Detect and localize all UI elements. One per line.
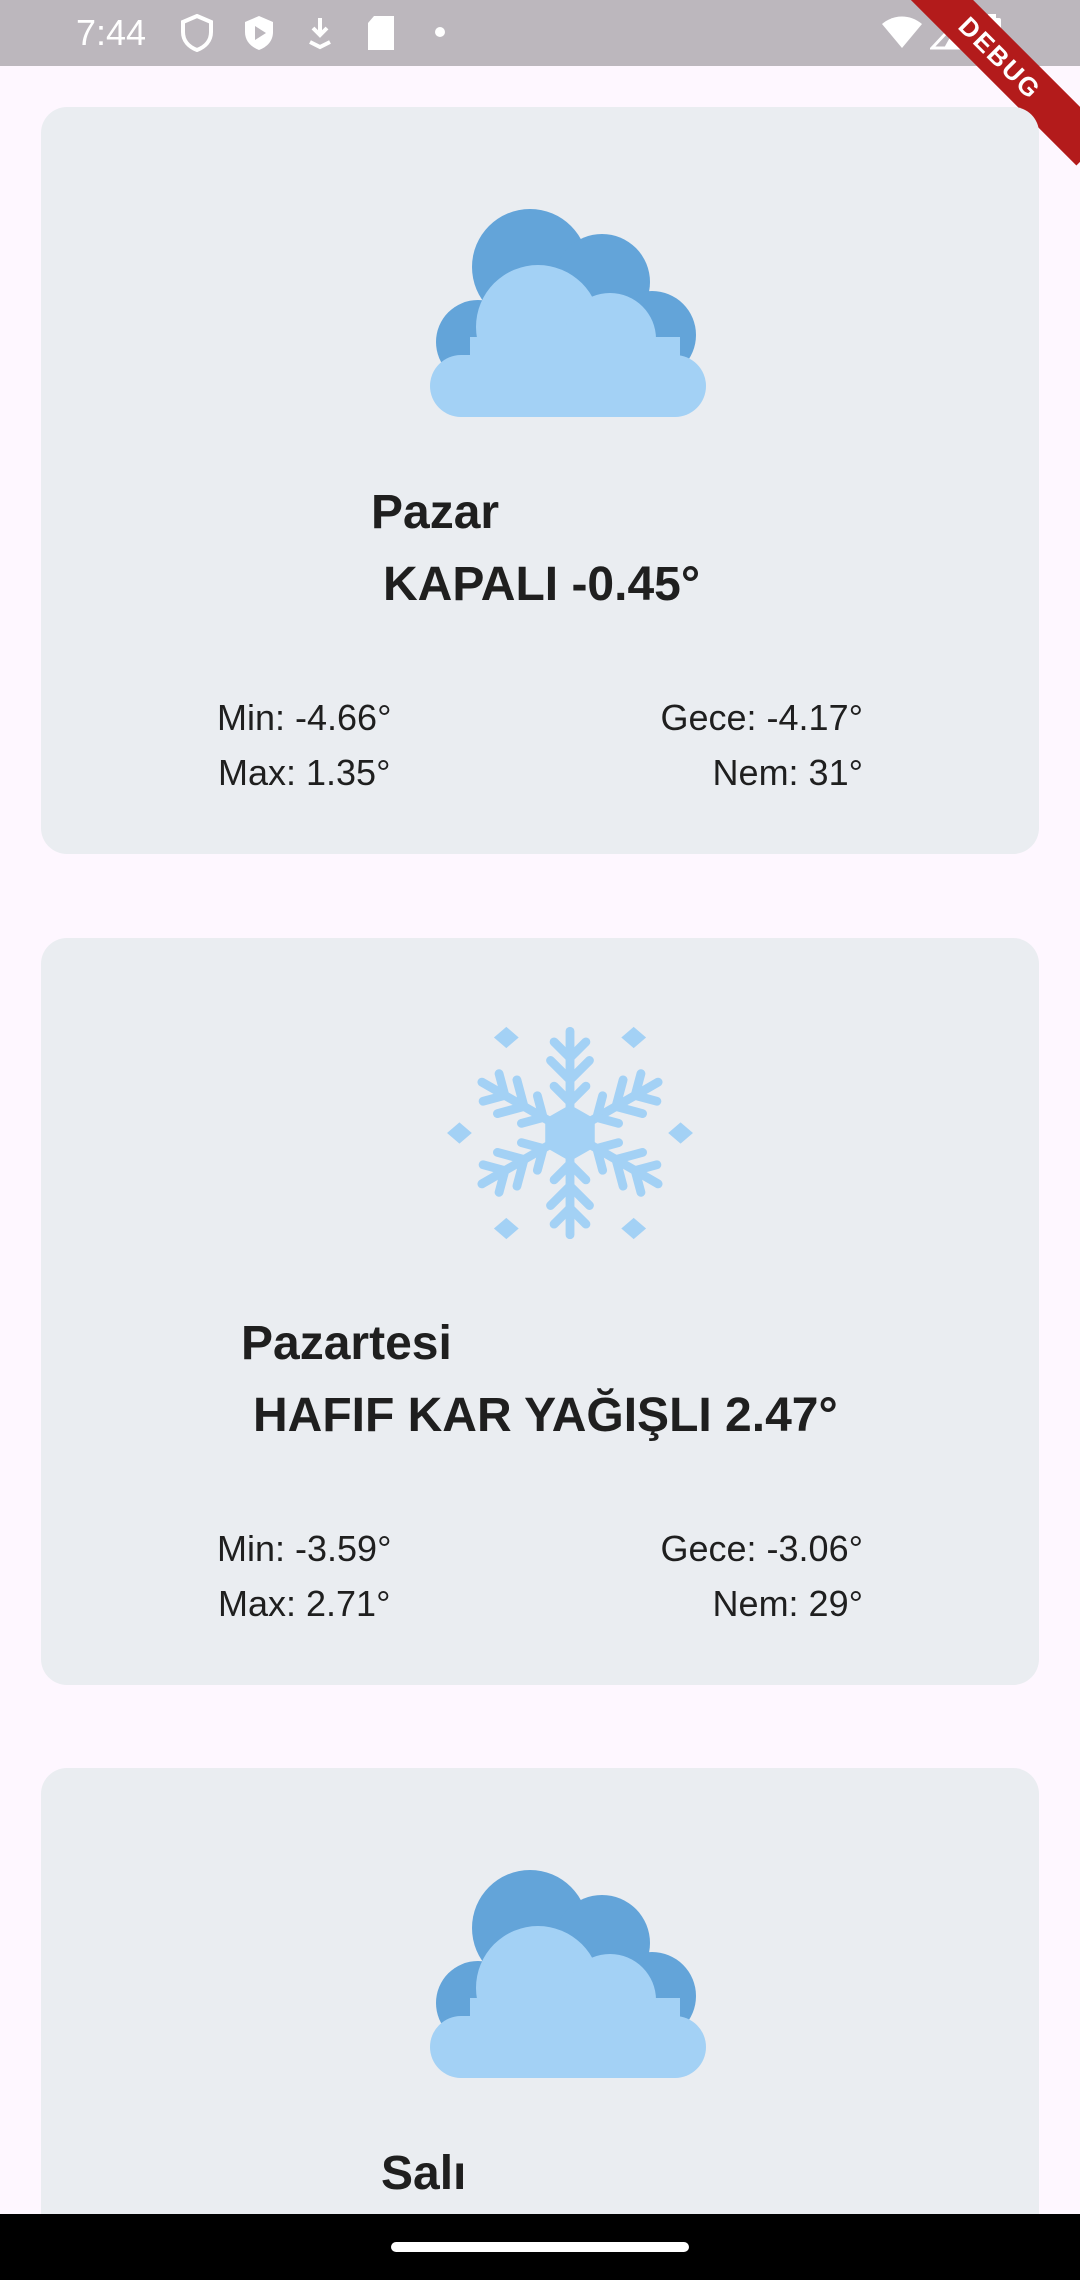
download-icon bbox=[309, 18, 331, 50]
night-temp: Gece: -3.06° bbox=[660, 1528, 864, 1569]
humidity: Nem: 31° bbox=[712, 752, 863, 793]
play-protect-icon bbox=[245, 16, 273, 50]
min-temp: Min: -3.59° bbox=[217, 1528, 392, 1569]
night-temp: Gece: -4.17° bbox=[660, 697, 864, 738]
forecast-card[interactable]: Pazartesi HAFIF KAR YAĞIŞLI 2.47° Min: -… bbox=[41, 938, 1039, 1685]
day-name: Pazar bbox=[371, 486, 500, 539]
forecast-card[interactable]: Pazar KAPALI -0.45° Min: -4.66° Max: 1.3… bbox=[41, 107, 1039, 854]
notification-dot-icon bbox=[435, 27, 445, 37]
home-gesture-handle[interactable] bbox=[391, 2242, 689, 2252]
status-time: 7:44 bbox=[76, 12, 147, 53]
humidity: Nem: 29° bbox=[712, 1583, 863, 1624]
day-name: Salı bbox=[381, 2147, 467, 2200]
max-temp: Max: 2.71° bbox=[218, 1583, 391, 1624]
snowflake-icon bbox=[447, 1026, 693, 1240]
max-temp: Max: 1.35° bbox=[218, 752, 391, 793]
shield-icon bbox=[181, 14, 213, 52]
navigation-bar bbox=[0, 2214, 1080, 2280]
day-name: Pazartesi bbox=[241, 1317, 452, 1370]
cloud-icon bbox=[430, 1870, 706, 2078]
status-bar: 7:44 DEBUG bbox=[0, 0, 1080, 166]
forecast-card[interactable]: Salı bbox=[41, 1768, 1039, 2214]
weather-summary: KAPALI -0.45° bbox=[383, 558, 701, 611]
cloud-icon bbox=[430, 209, 706, 417]
sd-card-icon bbox=[368, 16, 394, 50]
weather-summary: HAFIF KAR YAĞIŞLI 2.47° bbox=[253, 1389, 838, 1442]
min-temp: Min: -4.66° bbox=[217, 697, 392, 738]
wifi-icon bbox=[882, 16, 922, 48]
